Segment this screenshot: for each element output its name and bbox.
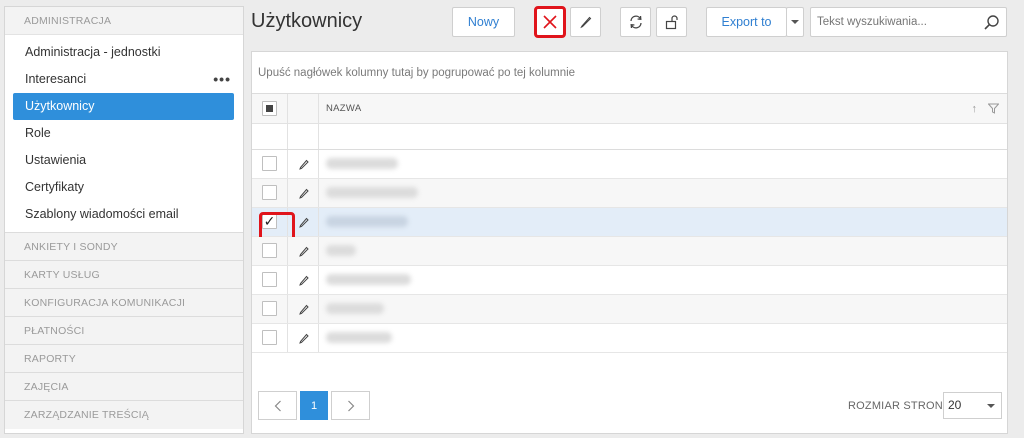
sidebar-section-karty-uslug[interactable]: KARTY USŁUG [5, 261, 243, 289]
next-page-button[interactable] [331, 391, 370, 420]
search-input[interactable] [811, 8, 979, 36]
sidebar-item-label: Certyfikaty [25, 180, 85, 194]
row-check-cell [252, 295, 288, 323]
table-row[interactable] [252, 266, 1007, 295]
sidebar-item-ustawienia[interactable]: Ustawienia [5, 147, 243, 174]
row-name-redacted [326, 332, 392, 343]
search-icon[interactable] [983, 14, 1000, 31]
edit-row-pencil-icon[interactable] [298, 274, 310, 286]
users-grid: Upuść nagłówek kolumny tutaj by pogrupow… [251, 51, 1008, 434]
column-header-nazwa[interactable]: NAZWA [326, 94, 361, 124]
header-check-cell [252, 94, 288, 123]
page-size-label: ROZMIAR STRONY [848, 400, 951, 412]
row-check-cell [252, 179, 288, 207]
table-row[interactable] [252, 150, 1007, 179]
row-name-redacted [326, 274, 411, 285]
row-name-redacted [326, 245, 356, 256]
edit-row-pencil-icon[interactable] [298, 216, 310, 228]
row-name-redacted [326, 216, 408, 227]
filter-icon[interactable] [988, 103, 999, 114]
header-edit-cell [288, 94, 319, 123]
grid-header: NAZWA ↑ [252, 94, 1007, 124]
export-button[interactable]: Export to [706, 7, 787, 37]
close-icon [543, 15, 557, 29]
unlock-icon [665, 15, 678, 30]
sidebar-section-zarzadzanie[interactable]: ZARZĄDZANIE TREŚCIĄ [5, 401, 243, 429]
row-check-cell [252, 324, 288, 352]
unlock-button[interactable] [656, 7, 687, 37]
filter-edit-cell [288, 124, 319, 149]
sidebar-item-label: Ustawienia [25, 153, 87, 167]
row-checkbox[interactable] [262, 243, 277, 258]
grid-body: ✓ [252, 150, 1007, 353]
row-name-redacted [326, 158, 398, 169]
sort-icon[interactable]: ↑ [972, 94, 978, 124]
select-all-checkbox[interactable] [262, 101, 277, 116]
refresh-button[interactable] [620, 7, 651, 37]
row-check-cell: ✓ [252, 208, 295, 244]
sidebar-nav-list: Administracja - jednostki Interesanci •••… [5, 35, 243, 233]
refresh-icon [629, 15, 642, 29]
chevron-down-icon [791, 20, 799, 24]
page-button-current[interactable]: 1 [300, 391, 328, 420]
sidebar-item-certyfikaty[interactable]: Certyfikaty [5, 174, 243, 201]
search-box [810, 7, 1007, 37]
table-row[interactable] [252, 324, 1007, 353]
sidebar-item-interesanci[interactable]: Interesanci ••• [5, 66, 243, 93]
table-row[interactable] [252, 179, 1007, 208]
edit-row-pencil-icon[interactable] [298, 245, 310, 257]
page-size-value: 20 [948, 398, 962, 412]
chevron-down-icon [987, 404, 995, 408]
sidebar-item-label: Administracja - jednostki [25, 45, 161, 59]
filter-row [252, 124, 1007, 150]
sidebar-section-zajecia[interactable]: ZAJĘCIA [5, 373, 243, 401]
edit-row-pencil-icon[interactable] [298, 158, 310, 170]
filter-check-cell [252, 124, 288, 149]
row-checkbox[interactable] [262, 156, 277, 171]
sidebar-item-role[interactable]: Role [5, 120, 243, 147]
pencil-icon [579, 16, 591, 29]
edit-row-pencil-icon[interactable] [298, 303, 310, 315]
sidebar-item-szablony[interactable]: Szablony wiadomości email [5, 201, 243, 228]
edit-button[interactable] [570, 7, 601, 37]
table-row[interactable] [252, 237, 1007, 266]
edit-row-pencil-icon[interactable] [298, 332, 310, 344]
chevron-right-icon [347, 400, 354, 411]
page-title: Użytkownicy [251, 10, 363, 32]
prev-page-button[interactable] [258, 391, 297, 420]
group-drop-area[interactable]: Upuść nagłówek kolumny tutaj by pogrupow… [252, 52, 1007, 94]
sidebar-section-raporty[interactable]: RAPORTY [5, 345, 243, 373]
sidebar-item-label: Interesanci [25, 72, 87, 86]
page-size-select[interactable]: 20 [943, 392, 1002, 419]
row-name-redacted [326, 303, 384, 314]
sidebar-section-ankiety[interactable]: ANKIETY I SONDY [5, 233, 243, 261]
table-row[interactable]: ✓ [252, 208, 1007, 244]
more-options-icon[interactable]: ••• [213, 66, 231, 93]
row-checkbox[interactable] [262, 301, 277, 316]
row-check-cell [252, 150, 288, 178]
export-dropdown-button[interactable] [786, 7, 804, 37]
row-check-cell [252, 266, 288, 294]
sidebar-section-administracja[interactable]: ADMINISTRACJA [5, 7, 243, 35]
sidebar-item-administracja-jednostki[interactable]: Administracja - jednostki [5, 39, 243, 66]
row-check-cell [252, 237, 288, 265]
new-button[interactable]: Nowy [452, 7, 515, 37]
row-checkbox[interactable]: ✓ [259, 212, 295, 244]
row-checkbox[interactable] [262, 330, 277, 345]
table-row[interactable] [252, 295, 1007, 324]
sidebar: ADMINISTRACJA Administracja - jednostki … [4, 6, 244, 434]
sidebar-item-label: Użytkownicy [25, 99, 95, 113]
row-name-redacted [326, 187, 418, 198]
row-checkbox[interactable] [262, 272, 277, 287]
sidebar-item-label: Szablony wiadomości email [25, 207, 179, 221]
edit-row-pencil-icon[interactable] [298, 187, 310, 199]
delete-button[interactable] [534, 6, 566, 38]
sidebar-item-label: Role [25, 126, 51, 140]
sidebar-item-uzytkownicy[interactable]: Użytkownicy [13, 93, 234, 120]
pager: 1 [258, 391, 370, 420]
row-checkbox[interactable] [262, 185, 277, 200]
chevron-left-icon [274, 400, 281, 411]
sidebar-section-konfiguracja[interactable]: KONFIGURACJA KOMUNIKACJI [5, 289, 243, 317]
sidebar-section-platnosci[interactable]: PŁATNOŚCI [5, 317, 243, 345]
